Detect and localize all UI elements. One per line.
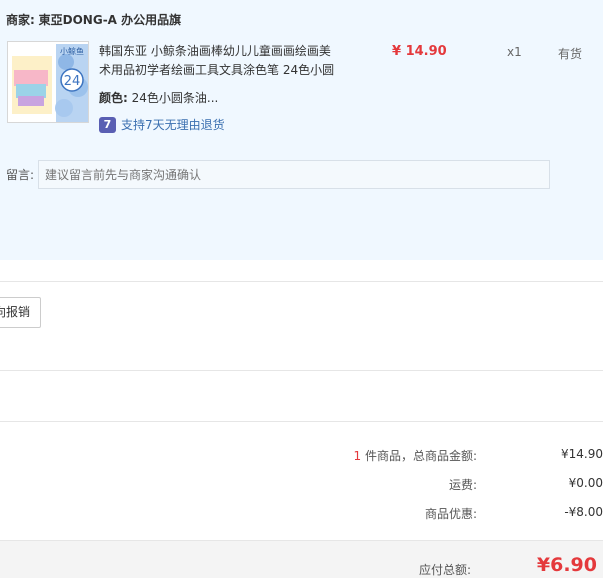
merchant-label: 商家:: [6, 13, 35, 27]
color-label: 颜色:: [99, 91, 128, 105]
order-item-panel: 商家: 東亞DONG-A 办公用品旗 小鲸鱼 24 韩国东亚 小鲸条油画棒幼儿儿…: [0, 0, 603, 260]
goods-count-line: 1 件商品，总商品金额:: [354, 447, 478, 464]
thumb-number: 24: [64, 74, 81, 89]
shipping-value: ¥0.00: [568, 476, 603, 490]
goods-total-label: 件商品，总商品金额:: [361, 449, 477, 463]
divider: [0, 421, 603, 422]
product-title[interactable]: 韩国东亚 小鲸条油画棒幼儿儿童画画绘画美术用品初学者绘画工具文具涂色笔 24色小…: [99, 42, 339, 80]
product-thumbnail[interactable]: 小鲸鱼 24: [7, 41, 89, 123]
thumb-brand-text: 小鲸鱼: [60, 46, 84, 56]
payable-label: 应付总额:: [418, 563, 471, 577]
return-policy-text: 支持7天无理由退货: [121, 118, 225, 132]
merchant-name[interactable]: 東亞DONG-A 办公用品旗: [39, 13, 182, 27]
shipping-label: 运费:: [448, 478, 477, 492]
discount-label: 商品优惠:: [424, 507, 477, 521]
goods-total-value: ¥14.90: [561, 447, 603, 461]
item-quantity: x1: [507, 45, 522, 59]
invoice-button[interactable]: 向报销: [0, 297, 41, 328]
product-color: 颜色: 24色小圆条油...: [99, 89, 218, 106]
item-price: ¥ 14.90: [392, 44, 447, 59]
payable-total-bar: 应付总额: ¥6.90: [0, 540, 603, 578]
goods-count: 1: [353, 449, 362, 463]
note-label: 留言:: [6, 168, 35, 182]
seven-day-return-icon: 7: [99, 116, 116, 133]
return-policy[interactable]: 7 支持7天无理由退货: [99, 116, 225, 133]
product-image: 小鲸鱼 24: [8, 42, 88, 122]
color-value: 24色小圆条油...: [131, 91, 219, 105]
discount-value: -¥8.00: [564, 505, 603, 519]
divider: [0, 370, 603, 371]
stock-status: 有货: [558, 47, 583, 61]
note-input[interactable]: [38, 160, 550, 189]
payable-value: ¥6.90: [536, 554, 597, 576]
merchant-line: 商家: 東亞DONG-A 办公用品旗: [6, 11, 181, 28]
divider: [0, 281, 603, 282]
